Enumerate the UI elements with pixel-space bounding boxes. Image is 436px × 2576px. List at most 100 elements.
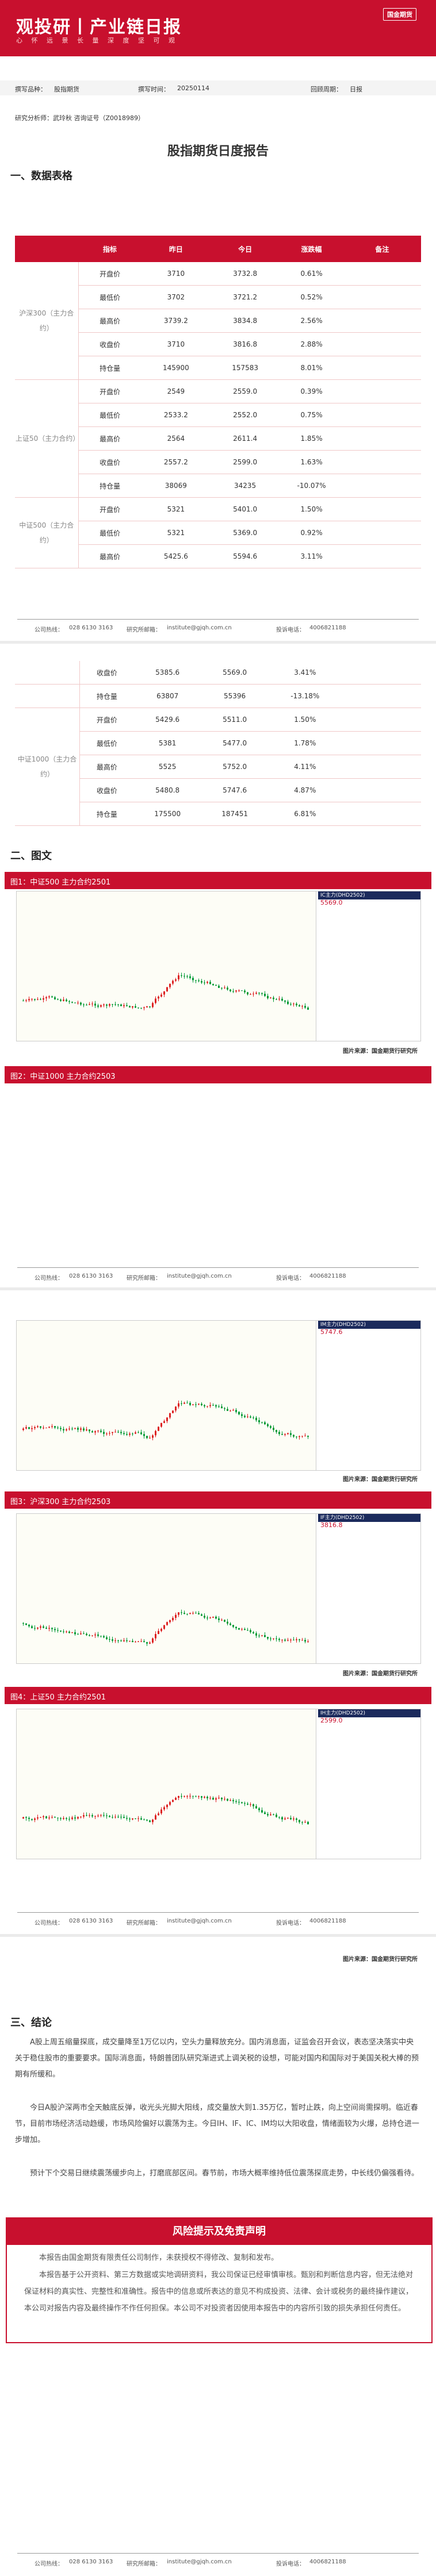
indicator-cell: 开盘价	[78, 262, 141, 286]
candle-body	[68, 1631, 70, 1633]
candle-body	[299, 1820, 300, 1823]
candle-body	[250, 994, 251, 995]
data-table-continued: 收盘价 5385.6 5569.0 3.41% 持仓量 63807 55396 -13.18%…	[15, 661, 421, 826]
candle-body	[74, 1817, 76, 1819]
data-table: 指标 昨日 今日 涨跌幅 备注 沪深300（主力合约） 开盘价 3710 3732.8…	[15, 236, 421, 568]
price-chart-svg	[22, 1609, 309, 1646]
candle-body	[160, 1422, 162, 1427]
candle-body	[68, 1818, 70, 1820]
candle-body	[307, 1821, 309, 1824]
footer: 公司热线： 028 6130 3163 研究所邮箱： institute@gjq…	[0, 2553, 436, 2575]
footer: 公司热线： 028 6130 3163 研究所邮箱： institute@gjq…	[0, 619, 436, 641]
candle-body	[158, 1427, 159, 1431]
candle-body	[258, 1808, 260, 1810]
indicator-cell: 开盘价	[79, 708, 134, 732]
yesterday-cell: 3739.2	[141, 309, 211, 333]
risk-para-2: 本报告基于公开资料、第三方数据或实地调研资料，我公司保证已经审慎审核。甄别和判断…	[24, 2271, 414, 2313]
candle-body	[100, 1005, 102, 1007]
candle-body	[34, 1628, 36, 1629]
candle-body	[123, 1005, 125, 1006]
candle-body	[244, 990, 246, 993]
candle-body	[241, 1802, 243, 1804]
candle-body	[230, 989, 231, 991]
change-cell: 1.50%	[280, 497, 343, 521]
indicator-cell: 开盘价	[78, 379, 141, 403]
candle-body	[97, 1634, 99, 1636]
indicator-cell: 最高价	[78, 544, 141, 568]
candle-body	[209, 1617, 211, 1618]
candle-body	[123, 1640, 125, 1641]
candle-body	[301, 1640, 303, 1641]
candle-body	[175, 1797, 177, 1800]
change-cell: 4.11%	[268, 755, 342, 779]
candle-body	[71, 1632, 73, 1633]
candle-body	[183, 1613, 185, 1614]
candle-body	[143, 1434, 145, 1436]
candle-body	[227, 1798, 228, 1801]
candle-body	[28, 1625, 30, 1627]
candle-body	[22, 1623, 24, 1624]
candlestick-chart	[17, 1709, 316, 1859]
candle-body	[117, 1640, 119, 1641]
candle-body	[230, 1410, 231, 1412]
candle-body	[31, 1428, 33, 1429]
candle-body	[37, 1627, 39, 1629]
change-cell: 0.39%	[280, 379, 343, 403]
yesterday-cell: 5381	[133, 731, 201, 755]
candle-body	[224, 987, 225, 989]
quote-panel: IH主力(DHD2502) 2599.0	[318, 1709, 420, 1859]
candle-body	[63, 1429, 64, 1431]
candle-body	[83, 1815, 85, 1817]
candle-body	[172, 1800, 174, 1802]
candle-body	[89, 1635, 90, 1636]
candle-body	[146, 1436, 148, 1438]
conclusion-para-2: 今日A股沪深两市全天触底反弹，收光头光脚大阳线，成交量放大到1.35万亿，暂时止…	[15, 2104, 419, 2144]
candle-body	[31, 1626, 33, 1628]
candle-body	[94, 1816, 96, 1817]
candle-body	[129, 1006, 131, 1008]
candle-body	[218, 1406, 220, 1408]
remark-cell	[343, 285, 421, 309]
candle-body	[100, 1815, 102, 1816]
candle-body	[80, 1428, 82, 1430]
candle-body	[132, 1433, 133, 1435]
candle-body	[117, 1004, 119, 1005]
today-cell: 5752.0	[201, 755, 269, 779]
candle-body	[25, 1000, 27, 1001]
candle-body	[48, 1628, 50, 1629]
indicator-cell: 最高价	[78, 426, 141, 451]
candle-body	[120, 1432, 122, 1433]
candle-body	[278, 1432, 280, 1435]
figure-2-source: 图片来源：国金期货行研究所	[343, 1477, 418, 1483]
candle-body	[215, 1405, 217, 1407]
change-cell: 2.56%	[280, 309, 343, 333]
figure-3-chart: IF主力(DHD2502) 3816.8	[16, 1513, 421, 1664]
contract-code: IF主力(DHD2502)	[318, 1514, 420, 1522]
candle-body	[51, 1426, 53, 1427]
candle-body	[284, 1639, 286, 1641]
page-2: 收盘价 5385.6 5569.0 3.41% 持仓量 63807 55396 -13.18%…	[0, 644, 436, 1287]
today-cell: 187451	[201, 802, 269, 826]
candle-body	[304, 1640, 306, 1642]
candle-body	[276, 1814, 277, 1817]
candle-body	[166, 1622, 168, 1625]
candle-body	[80, 1002, 82, 1005]
candle-body	[169, 983, 171, 987]
candle-body	[91, 1815, 93, 1817]
candle-body	[120, 1004, 122, 1006]
candle-body	[235, 1801, 237, 1802]
candle-body	[106, 1004, 108, 1006]
candle-body	[91, 1635, 93, 1636]
candle-body	[114, 1004, 116, 1005]
candle-body	[54, 1629, 56, 1631]
candle-body	[192, 1404, 194, 1405]
candle-body	[244, 1629, 246, 1631]
contract-label: 沪深300（主力合约）	[15, 262, 79, 380]
contract-code: IH主力(DHD2502)	[318, 1709, 420, 1717]
candle-body	[189, 1613, 191, 1614]
indicator-cell: 持仓量	[78, 474, 141, 498]
candle-body	[135, 1432, 136, 1434]
candle-body	[152, 1819, 154, 1823]
figure-4-source: 图片来源：国金期货行研究所	[343, 1956, 418, 1963]
change-cell: 1.63%	[280, 450, 343, 474]
